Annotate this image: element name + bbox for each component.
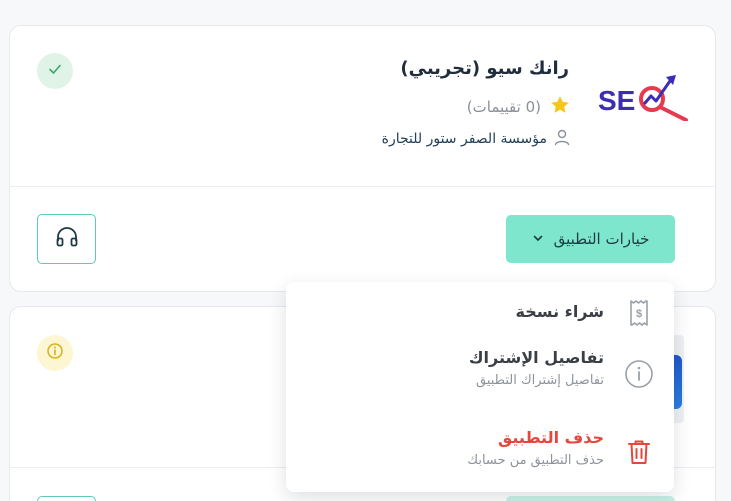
menu-item-delete-app[interactable]: حذف التطبيق حذف التطبيق من حسابك [286,428,674,488]
star-icon [549,94,571,120]
app-title: رانك سيو (تجريبي) [400,58,569,79]
app-options-menu: $ شراء نسخة تفاصيل الإشتراك تفاصيل إشترا… [286,282,674,492]
menu-item-description: تفاصيل إشتراك التطبيق [475,373,604,388]
card-divider [10,186,715,187]
vendor-row: مؤسسة الصفر ستور للتجارة [382,128,571,150]
menu-item-label: حذف التطبيق [497,428,604,447]
support-button[interactable] [37,214,96,264]
menu-item-subscription-details[interactable]: تفاصيل الإشتراك تفاصيل إشتراك التطبيق [286,346,674,406]
status-badge [37,335,73,371]
app-logo: SE [596,71,691,122]
support-button[interactable] [37,496,96,501]
menu-item-label: شراء نسخة [515,302,604,321]
app-card: SE رانك سيو (تجريبي) (0 تقييمات) مؤسسة ا… [9,25,716,292]
options-label: خيارات التطبيق [553,230,650,248]
rating-row: (0 تقييمات) [467,94,571,120]
vendor-name[interactable]: مؤسسة الصفر ستور للتجارة [382,131,547,147]
chevron-down-icon [532,230,544,248]
rating-count: (0 تقييمات) [466,98,541,116]
trash-icon [624,437,654,467]
svg-text:SE: SE [598,85,635,116]
info-icon [624,359,654,389]
info-icon [46,342,64,364]
app-options-button[interactable] [506,496,675,501]
status-badge [37,53,73,89]
menu-item-label: تفاصيل الإشتراك [468,348,604,367]
user-icon [553,128,571,150]
svg-text:$: $ [636,308,642,320]
menu-item-buy-copy[interactable]: $ شراء نسخة [286,290,674,338]
check-icon [47,61,63,81]
menu-item-description: حذف التطبيق من حسابك [467,453,604,468]
app-options-button[interactable]: خيارات التطبيق [506,215,675,263]
headphones-icon [55,226,79,252]
receipt-icon: $ [624,298,654,328]
